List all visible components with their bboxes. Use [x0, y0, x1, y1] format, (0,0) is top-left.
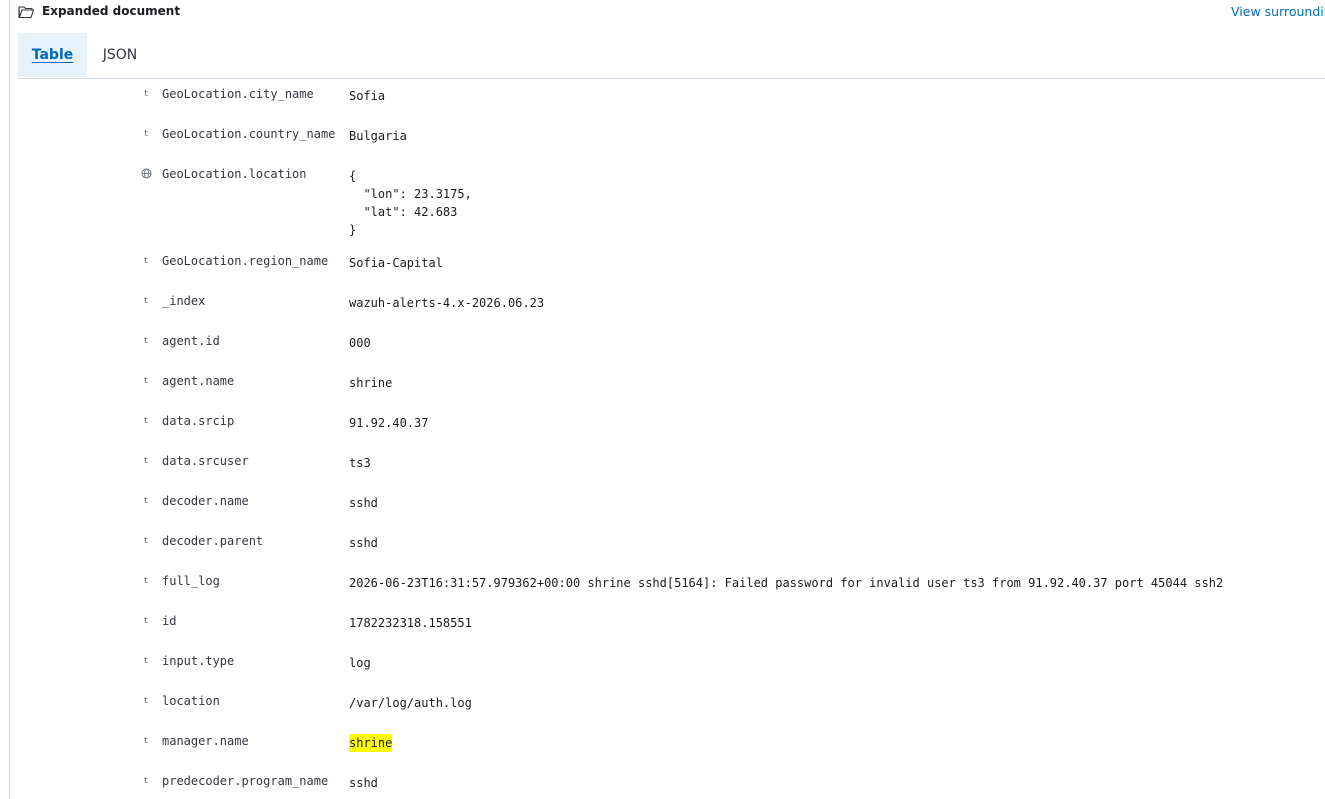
tab-json[interactable]: JSON — [87, 33, 153, 77]
string-type-icon: t — [143, 536, 149, 546]
field-name: full_log — [162, 574, 220, 588]
tab-table[interactable]: Table — [18, 33, 87, 77]
field-value: { "lon": 23.3175, "lat": 42.683 } — [349, 169, 472, 237]
field-name: agent.name — [162, 374, 235, 388]
field-name: id — [162, 614, 177, 628]
field-name: decoder.parent — [162, 534, 264, 548]
field-name: GeoLocation.region_name — [162, 254, 329, 268]
field-value: log — [349, 656, 371, 670]
string-type-icon: t — [143, 496, 149, 506]
string-type-icon: t — [143, 696, 149, 706]
folder-open-icon — [18, 6, 34, 19]
string-type-icon: t — [143, 456, 149, 466]
field-value: 1782232318.158551 — [349, 616, 472, 630]
field-value: shrine — [349, 734, 393, 752]
field-name: location — [162, 694, 220, 708]
field-value: Bulgaria — [349, 129, 407, 143]
field-name: decoder.name — [162, 494, 249, 508]
field-name: input.type — [162, 654, 235, 668]
tab-bar: Table JSON — [18, 33, 1325, 79]
field-name: GeoLocation.country_name — [162, 127, 336, 141]
string-type-icon: t — [143, 89, 149, 99]
left-border — [9, 0, 10, 799]
string-type-icon: t — [143, 376, 149, 386]
field-name: manager.name — [162, 734, 249, 748]
field-value: sshd — [349, 536, 378, 550]
field-value: 91.92.40.37 — [349, 416, 429, 430]
globe-icon — [140, 168, 152, 180]
field-value: 000 — [349, 336, 371, 350]
string-type-icon: t — [143, 416, 149, 426]
expanded-document-title: Expanded document — [42, 4, 181, 18]
field-name: data.srcuser — [162, 454, 249, 468]
field-value: sshd — [349, 496, 378, 510]
field-value: ts3 — [349, 456, 371, 470]
field-name: GeoLocation.location — [162, 167, 307, 181]
view-surrounding-link[interactable]: View surroundir — [1231, 4, 1325, 19]
field-value: shrine — [349, 376, 393, 390]
string-type-icon: t — [143, 256, 149, 266]
field-value: Sofia-Capital — [349, 256, 443, 270]
string-type-icon: t — [143, 736, 149, 746]
string-type-icon: t — [143, 129, 149, 139]
field-name: _index — [162, 294, 206, 308]
string-type-icon: t — [143, 656, 149, 666]
field-value: sshd — [349, 776, 378, 790]
field-value: /var/log/auth.log — [349, 696, 472, 710]
string-type-icon: t — [143, 576, 149, 586]
field-name: data.srcip — [162, 414, 235, 428]
document-header: Expanded document View surroundir — [0, 0, 1325, 24]
field-value: Sofia — [349, 89, 386, 103]
field-name: predecoder.program_name — [162, 774, 329, 788]
field-name: agent.id — [162, 334, 220, 348]
field-value: wazuh-alerts-4.x-2026.06.23 — [349, 296, 545, 310]
string-type-icon: t — [143, 616, 149, 626]
string-type-icon: t — [143, 296, 149, 306]
string-type-icon: t — [143, 336, 149, 346]
string-type-icon: t — [143, 776, 149, 786]
field-name: GeoLocation.city_name — [162, 87, 314, 101]
field-value: 2026-06-23T16:31:57.979362+00:00 shrine … — [349, 576, 1224, 590]
